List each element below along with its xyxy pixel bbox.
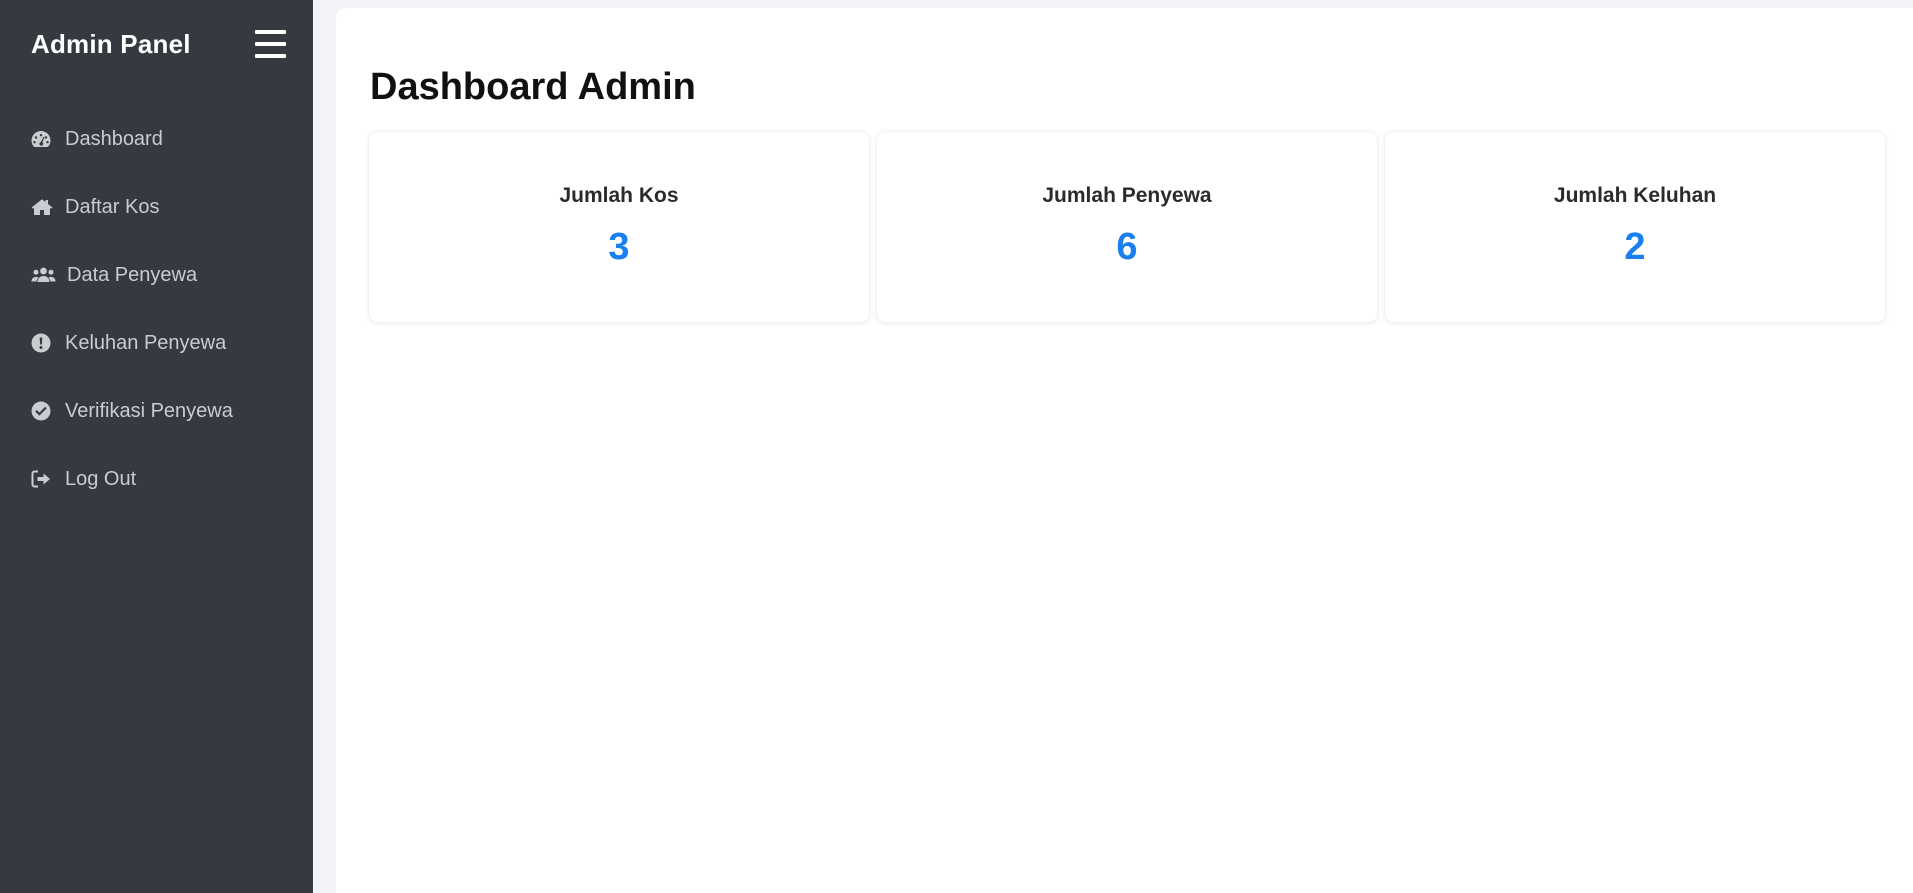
stat-card-label: Jumlah Penyewa [1042,184,1212,207]
tachometer-icon [31,128,55,150]
sidebar-item-log-out[interactable]: Log Out [0,445,313,513]
sidebar-item-dashboard[interactable]: Dashboard [0,105,313,173]
sidebar-item-data-penyewa[interactable]: Data Penyewa [0,241,313,309]
stats-cards: Jumlah Kos 3 Jumlah Penyewa 6 Jumlah Kel… [369,132,1885,322]
stat-card-value: 6 [1116,226,1138,268]
sidebar-item-label: Dashboard [65,127,163,150]
stat-card-jumlah-keluhan: Jumlah Keluhan 2 [1385,132,1885,322]
sidebar-item-label: Verifikasi Penyewa [65,399,233,422]
users-icon [31,264,57,286]
sidebar: Admin Panel Dashboard Daftar Kos Data Pe… [0,0,313,893]
main-content: Dashboard Admin Jumlah Kos 3 Jumlah Peny… [336,8,1913,893]
menu-toggle-icon[interactable] [255,30,286,58]
sidebar-item-label: Data Penyewa [67,263,198,286]
sidebar-nav: Dashboard Daftar Kos Data Penyewa Keluha… [0,105,313,513]
sidebar-item-verifikasi-penyewa[interactable]: Verifikasi Penyewa [0,377,313,445]
page-title: Dashboard Admin [370,66,696,108]
stat-card-jumlah-penyewa: Jumlah Penyewa 6 [877,132,1377,322]
stat-card-jumlah-kos: Jumlah Kos 3 [369,132,869,322]
sidebar-item-label: Log Out [65,467,137,490]
sidebar-header: Admin Panel [31,26,286,62]
sign-out-icon [31,468,55,490]
sidebar-item-label: Daftar Kos [65,195,160,218]
sidebar-item-label: Keluhan Penyewa [65,331,227,354]
stat-card-label: Jumlah Kos [559,184,679,207]
stat-card-label: Jumlah Keluhan [1553,184,1717,207]
home-icon [31,196,55,218]
stat-card-value: 2 [1624,226,1646,268]
sidebar-item-daftar-kos[interactable]: Daftar Kos [0,173,313,241]
check-circle-icon [31,400,55,422]
stat-card-value: 3 [608,226,630,268]
sidebar-item-keluhan-penyewa[interactable]: Keluhan Penyewa [0,309,313,377]
exclamation-circle-icon [31,332,55,354]
brand-title: Admin Panel [31,28,191,59]
